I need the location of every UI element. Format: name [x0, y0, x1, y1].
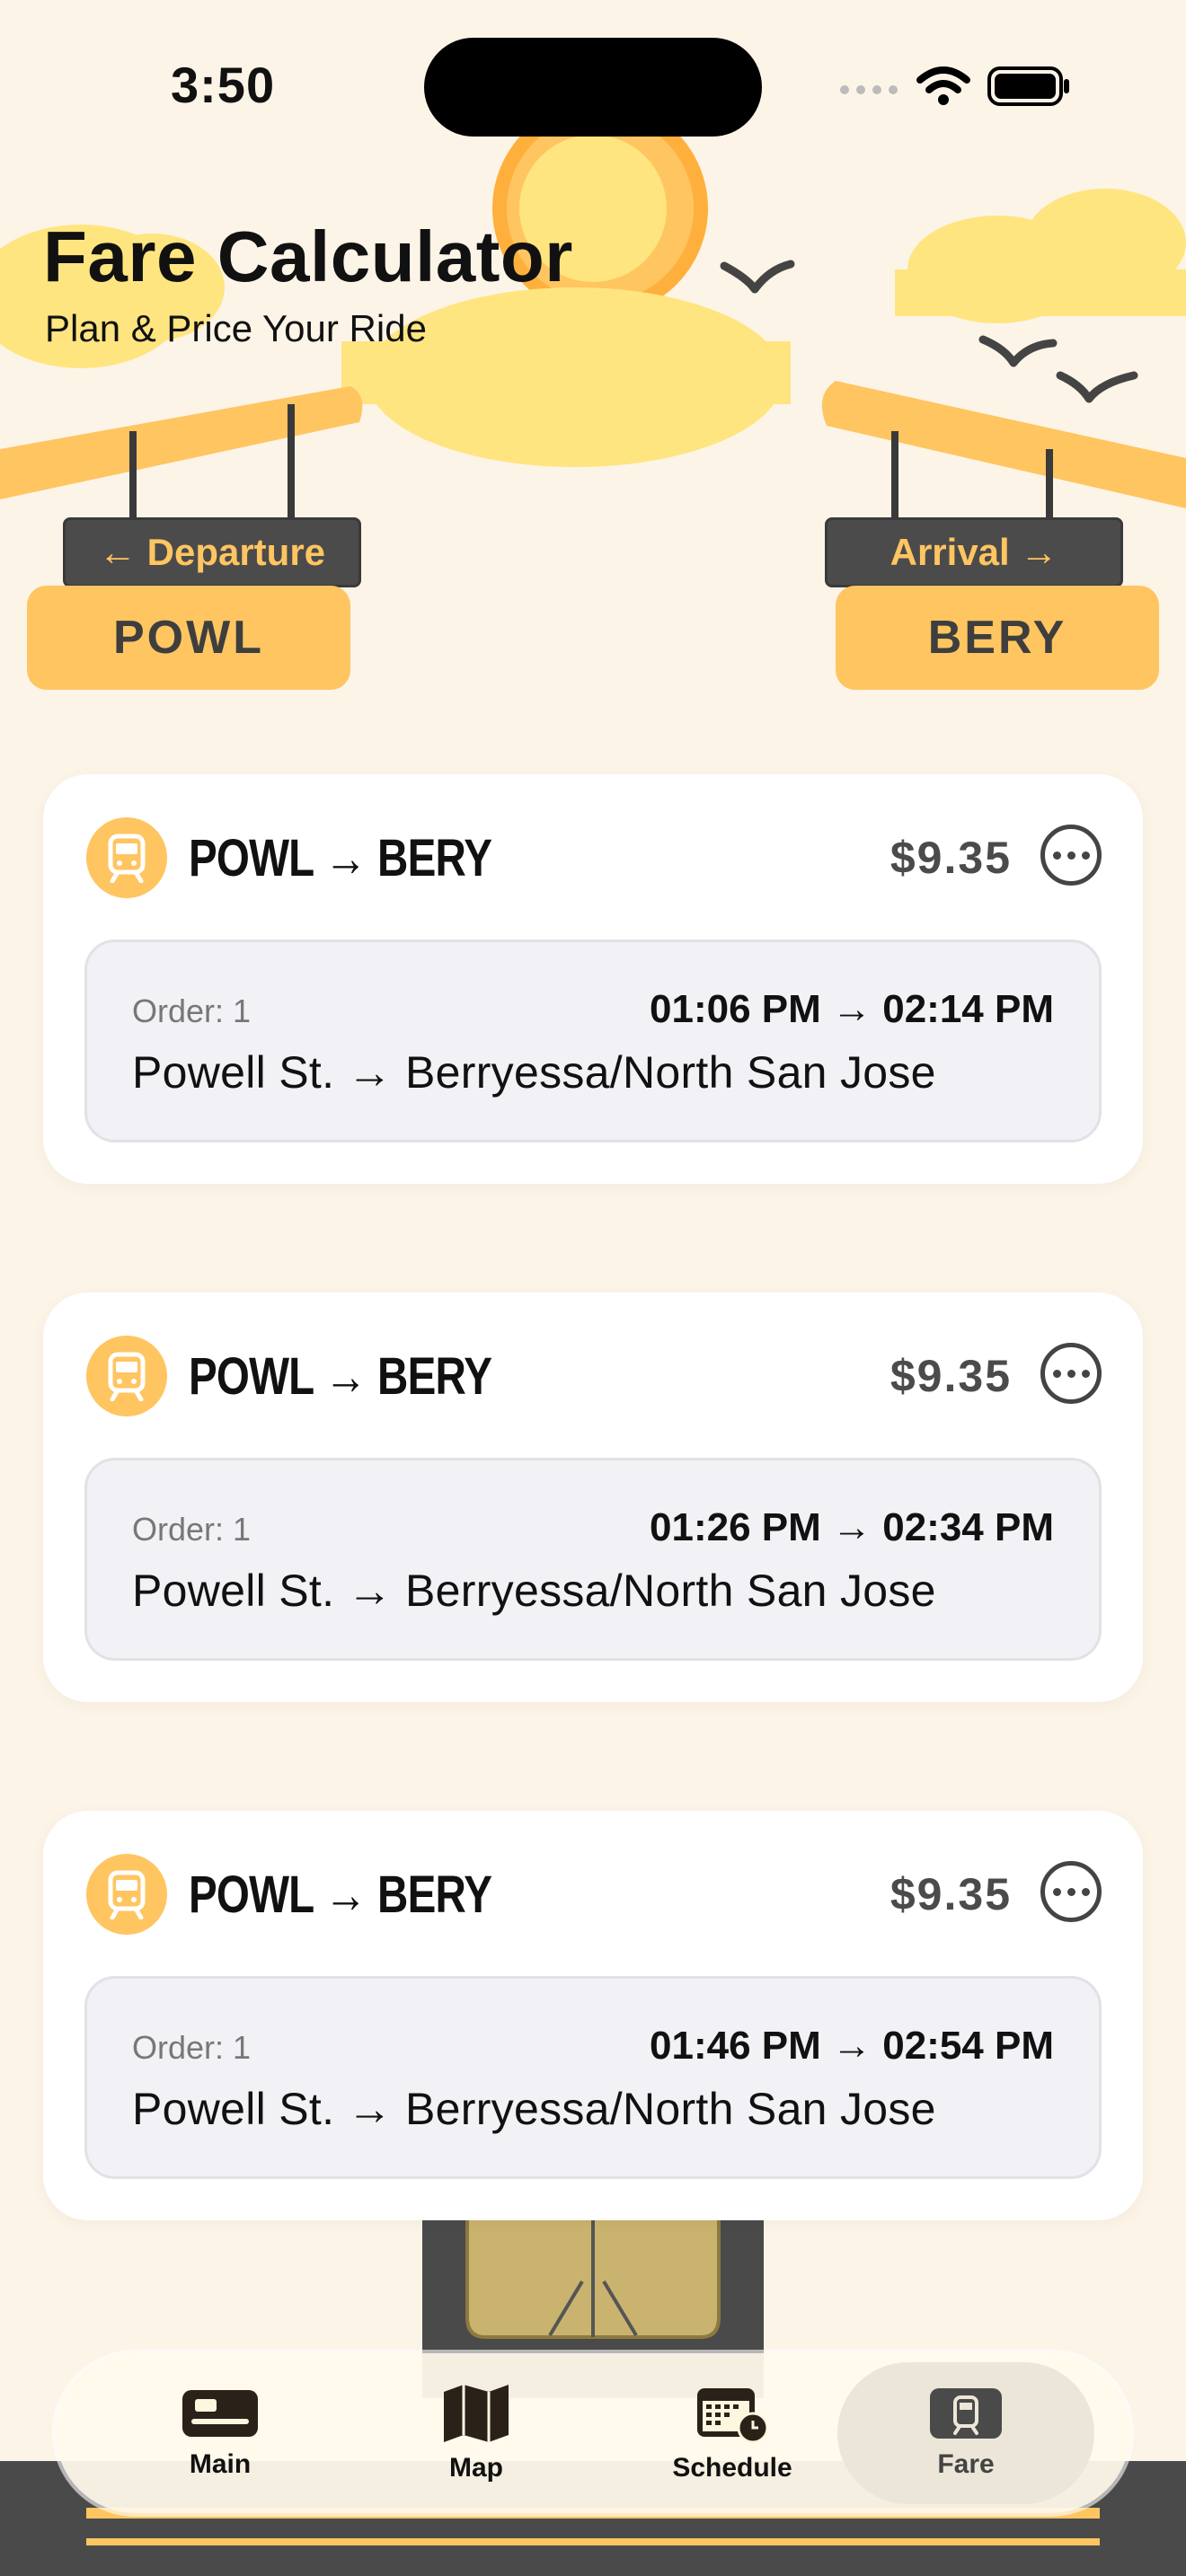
more-options-button[interactable] — [1040, 825, 1102, 886]
trip-order: Order: 1 — [132, 1511, 252, 1548]
arrival-label: Arrival → — [825, 517, 1123, 587]
tab-map[interactable]: Map — [348, 2353, 605, 2513]
trip-times: 01:46 PM → 02:54 PM — [650, 2024, 1054, 2068]
trip-times: 01:06 PM → 02:14 PM — [650, 987, 1054, 1031]
page-title: Fare Calculator — [43, 216, 573, 296]
more-options-button[interactable] — [1040, 1861, 1102, 1922]
departure-station-button[interactable]: POWL — [27, 586, 350, 690]
trip-detail: Order: 1 01:46 PM → 02:54 PM Powell St. … — [84, 1976, 1102, 2179]
trip-detail: Order: 1 01:06 PM → 02:14 PM Powell St. … — [84, 940, 1102, 1142]
tab-label: Main — [189, 2449, 252, 2479]
signal-icon — [840, 85, 898, 94]
wifi-icon — [916, 66, 970, 105]
trip-stations: Powell St. → Berryessa/North San Jose — [132, 1047, 936, 1098]
tab-label: Fare — [937, 2449, 995, 2479]
departure-sign-frame — [0, 386, 363, 521]
tab-schedule[interactable]: Schedule — [604, 2353, 861, 2513]
trip-card[interactable]: POWL → BERY $9.35 Order: 1 01:06 PM → 02… — [43, 774, 1143, 1184]
train-icon — [930, 2388, 1002, 2439]
trip-route: POWL → BERY — [189, 1347, 492, 1406]
status-icons — [839, 59, 1071, 113]
map-icon — [444, 2385, 509, 2442]
trip-price: $9.35 — [890, 1351, 1012, 1401]
trip-card[interactable]: POWL → BERY $9.35 Order: 1 01:26 PM → 02… — [43, 1292, 1143, 1702]
tab-main[interactable]: Main — [92, 2353, 349, 2513]
trip-order: Order: 1 — [132, 992, 252, 1029]
trip-order: Order: 1 — [132, 2029, 252, 2066]
trip-times: 01:26 PM → 02:34 PM — [650, 1505, 1054, 1549]
calendar-clock-icon — [697, 2388, 769, 2444]
status-time: 3:50 — [171, 57, 276, 113]
train-icon — [86, 817, 167, 898]
tab-label: Map — [449, 2453, 503, 2483]
train-card-icon — [182, 2390, 258, 2437]
trip-price: $9.35 — [890, 1869, 1012, 1919]
train-icon — [86, 1854, 167, 1935]
departure-label: ← Departure — [63, 517, 361, 587]
trip-price: $9.35 — [890, 833, 1012, 883]
arrival-station-button[interactable]: BERY — [836, 586, 1159, 690]
cloud-right — [895, 189, 1186, 323]
arrival-sign-frame — [821, 381, 1186, 521]
trip-detail: Order: 1 01:26 PM → 02:34 PM Powell St. … — [84, 1458, 1102, 1661]
trip-route: POWL → BERY — [189, 1866, 492, 1924]
tab-bar: Main Map Schedule Fare — [56, 2353, 1130, 2513]
tab-fare[interactable]: Fare — [837, 2362, 1094, 2504]
battery-icon — [987, 66, 1069, 106]
trip-stations: Powell St. → Berryessa/North San Jose — [132, 2084, 936, 2134]
page-subtitle: Plan & Price Your Ride — [45, 307, 427, 349]
tab-label: Schedule — [672, 2453, 792, 2483]
more-options-button[interactable] — [1040, 1343, 1102, 1404]
train-icon — [86, 1336, 167, 1416]
trip-route: POWL → BERY — [189, 829, 492, 887]
trip-card[interactable]: POWL → BERY $9.35 Order: 1 01:46 PM → 02… — [43, 1811, 1143, 2220]
trip-stations: Powell St. → Berryessa/North San Jose — [132, 1566, 936, 1616]
dynamic-island — [424, 38, 762, 137]
